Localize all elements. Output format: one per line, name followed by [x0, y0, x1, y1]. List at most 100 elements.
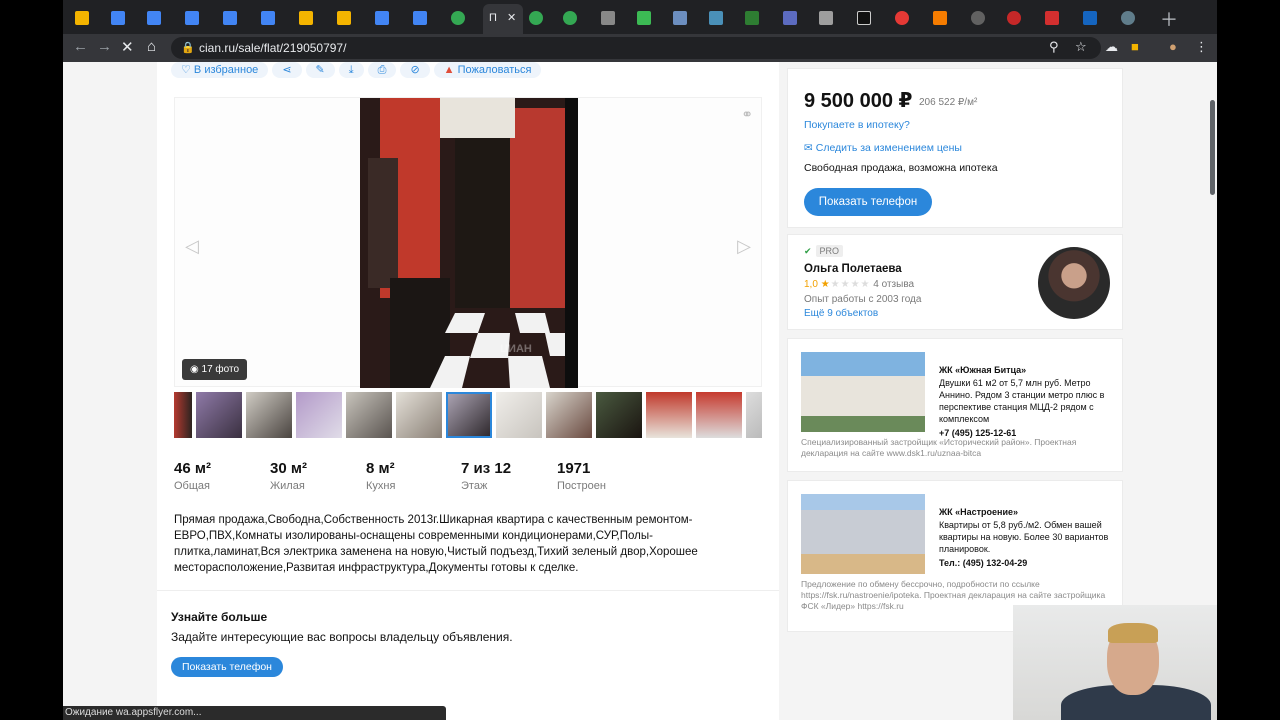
bookmark-star-icon[interactable]: ☆	[1075, 39, 1087, 55]
thumbnail-selected[interactable]	[446, 392, 492, 438]
agent-avatar[interactable]	[1038, 247, 1110, 319]
thumbnail[interactable]	[296, 392, 342, 438]
back-icon[interactable]: ←	[73, 38, 88, 55]
track-price-link[interactable]: ✉ Следить за изменением цены	[804, 142, 962, 154]
tab-maps-1[interactable]	[451, 6, 465, 30]
tab-misc-11[interactable]	[971, 6, 985, 30]
share-button[interactable]: ⋖	[272, 62, 302, 78]
scrollbar[interactable]	[1210, 100, 1215, 195]
profile-avatar[interactable]: ●	[1169, 39, 1177, 54]
slides-icon	[299, 11, 313, 25]
tab-active[interactable]: П ✕	[483, 4, 523, 34]
extension-icon[interactable]: ■	[1131, 39, 1139, 54]
thumbnail[interactable]	[746, 392, 762, 438]
ad-building-image[interactable]	[801, 352, 925, 432]
tab-slides-1[interactable]	[299, 6, 313, 30]
stop-icon[interactable]: ✕	[121, 38, 134, 56]
menu-icon[interactable]: ⋮	[1195, 39, 1208, 55]
docs-icon	[375, 11, 389, 25]
hide-button[interactable]: ⊘	[400, 62, 430, 78]
thumbnail[interactable]	[596, 392, 642, 438]
thumbnail[interactable]	[396, 392, 442, 438]
tab-misc-8[interactable]	[857, 6, 871, 30]
thumbnail[interactable]	[696, 392, 742, 438]
site-icon	[895, 11, 909, 25]
edit-button[interactable]: ✎	[305, 62, 335, 78]
site-icon	[1007, 11, 1021, 25]
url-text: cian.ru/sale/flat/219050797/	[199, 41, 347, 55]
show-phone-button[interactable]: Показать телефон	[804, 188, 932, 216]
tab-drive[interactable]	[75, 6, 89, 30]
thumbnail[interactable]	[346, 392, 392, 438]
tab-doc-3[interactable]	[185, 6, 199, 30]
tab-misc-7[interactable]	[819, 6, 833, 30]
tab-misc-2[interactable]	[637, 6, 651, 30]
cloud-icon[interactable]: ☁	[1105, 39, 1118, 55]
photo-count-badge[interactable]: ◉ 17 фото	[182, 359, 248, 380]
print-button[interactable]: ⎙	[367, 62, 397, 78]
tab-misc-15[interactable]	[1121, 6, 1135, 30]
webcam-overlay	[1013, 605, 1217, 720]
lock-icon: 🔒	[181, 42, 195, 54]
prev-photo-arrow-icon[interactable]: ◁	[185, 236, 199, 257]
tab-misc-3[interactable]	[673, 6, 687, 30]
home-icon[interactable]: ⌂	[147, 38, 156, 55]
reviews-link[interactable]: 4 отзыва	[873, 279, 914, 290]
ad-title[interactable]: ЖК «Настроение»	[939, 507, 1018, 517]
ad-card[interactable]: ЖК «Южная Битца» Двушки 61 м2 от 5,7 млн…	[787, 338, 1123, 472]
docs-icon	[413, 11, 427, 25]
site-icon	[1083, 11, 1097, 25]
thumbnail[interactable]	[646, 392, 692, 438]
tab-maps-2[interactable]	[529, 6, 543, 30]
spec-value: 8 м²	[366, 460, 395, 477]
tab-doc-6[interactable]	[375, 6, 389, 30]
favorite-button[interactable]: ♡ В избранное	[171, 62, 269, 78]
agent-objects-link[interactable]: Ещё 9 объектов	[804, 308, 878, 319]
report-button[interactable]: ▲ Пожаловаться	[433, 62, 542, 78]
address-bar[interactable]: 🔒 cian.ru/sale/flat/219050797/	[171, 37, 1101, 59]
ad-title[interactable]: ЖК «Южная Битца»	[939, 365, 1026, 375]
main-photo[interactable]: ЦИАН	[360, 98, 578, 388]
tab-misc-4[interactable]	[709, 6, 723, 30]
tab-misc-10[interactable]	[933, 6, 947, 30]
thumbnail[interactable]	[246, 392, 292, 438]
thumbnail[interactable]	[496, 392, 542, 438]
spec-year-built: 1971 Построен	[557, 460, 606, 492]
agent-name[interactable]: Ольга Полетаева	[804, 263, 902, 275]
thumbnail[interactable]	[546, 392, 592, 438]
tab-misc-13[interactable]	[1045, 6, 1059, 30]
spec-value: 46 м²	[174, 460, 211, 477]
next-photo-arrow-icon[interactable]: ▷	[737, 236, 751, 257]
thumbnail[interactable]	[196, 392, 242, 438]
spec-floor: 7 из 12 Этаж	[461, 460, 511, 492]
spec-value: 7 из 12	[461, 460, 512, 477]
zoom-icon[interactable]: ⚲	[1049, 39, 1059, 55]
ad-building-image[interactable]	[801, 494, 925, 574]
mortgage-link[interactable]: Покупаете в ипотеку?	[804, 119, 910, 131]
tab-maps-3[interactable]	[563, 6, 577, 30]
photo-gallery: ЦИАН ◁ ▷ ⚭ ◉ 17 фото	[174, 97, 762, 388]
tab-misc-12[interactable]	[1007, 6, 1021, 30]
tab-doc-2[interactable]	[147, 6, 161, 30]
tab-doc-1[interactable]	[111, 6, 125, 30]
download-button[interactable]: ⤓	[338, 62, 364, 78]
tab-misc-1[interactable]	[601, 6, 615, 30]
tab-misc-6[interactable]	[783, 6, 797, 30]
thumbnail[interactable]	[174, 392, 192, 438]
tab-misc-9[interactable]	[895, 6, 909, 30]
close-icon[interactable]: ✕	[507, 11, 516, 24]
tab-strip: П ✕ ＋	[63, 0, 1217, 34]
tab-doc-5[interactable]	[261, 6, 275, 30]
link-icon[interactable]: ⚭	[741, 106, 753, 123]
pro-label: PRO	[815, 245, 844, 257]
tab-misc-14[interactable]	[1083, 6, 1097, 30]
forward-icon[interactable]: →	[97, 38, 112, 55]
tab-doc-4[interactable]	[223, 6, 237, 30]
spec-living-area: 30 м² Жилая	[270, 460, 307, 492]
tab-misc-5[interactable]	[745, 6, 759, 30]
site-icon	[673, 11, 687, 25]
show-phone-button-bottom[interactable]: Показать телефон	[171, 657, 283, 677]
tab-slides-2[interactable]	[337, 6, 351, 30]
new-tab-button[interactable]: ＋	[1160, 6, 1178, 32]
tab-doc-7[interactable]	[413, 6, 427, 30]
